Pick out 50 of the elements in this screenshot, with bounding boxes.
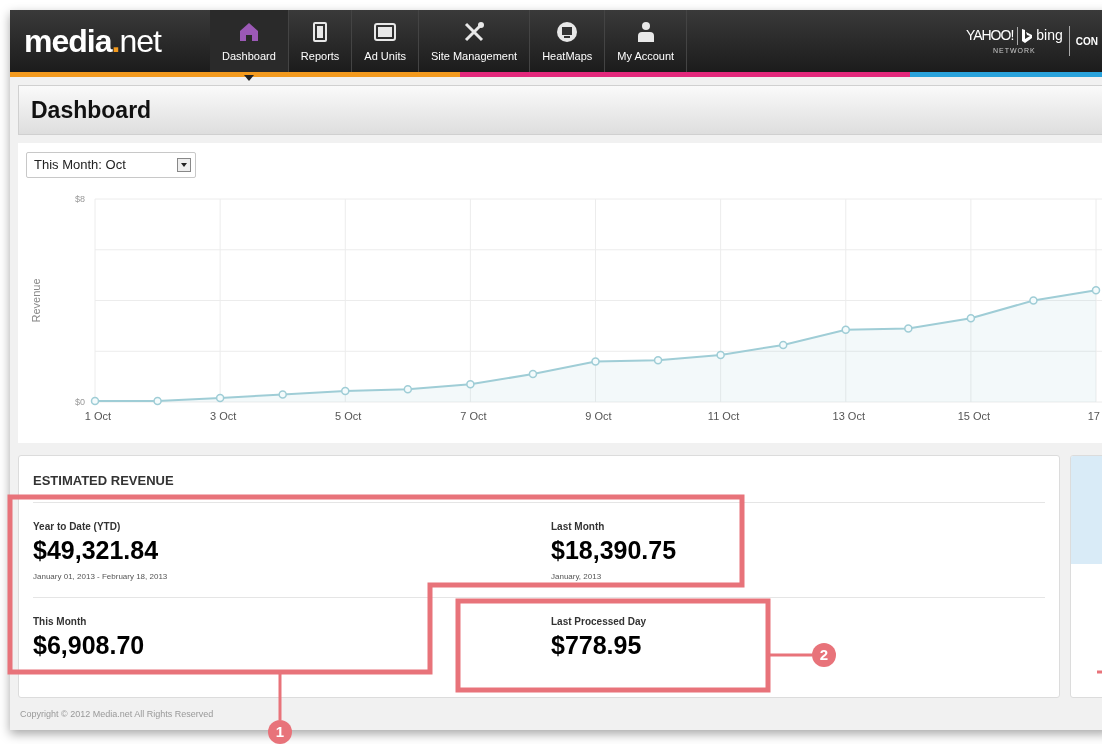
stat-value: $6,908.70 (33, 630, 145, 661)
data-point (841, 325, 850, 334)
data-point (466, 380, 475, 389)
data-point (653, 355, 663, 365)
partner-name: YAHOO! (965, 26, 1014, 46)
axis-label: 11 Oct (707, 410, 740, 422)
axis-label: 1 Oct (84, 410, 112, 422)
axis-label: $8 (75, 194, 85, 204)
bing-icon (1022, 28, 1033, 43)
data-point (528, 369, 538, 379)
stat-label: This Month (33, 615, 87, 629)
data-point (278, 390, 287, 399)
data-point (403, 385, 413, 394)
data-point (1029, 296, 1038, 305)
data-point (591, 357, 600, 366)
axis-label: 13 Oct (832, 410, 865, 422)
axis-label: 17 (1087, 410, 1100, 422)
section-title: ESTIMATED REVENUE (33, 472, 174, 490)
axis-label: 9 Oct (585, 410, 612, 422)
stat-value: $18,390.75 (551, 535, 677, 566)
copyright-text: Copyright © 2012 Media.net All Rights Reserved (20, 708, 214, 721)
data-point (778, 340, 788, 350)
stat-note: January, 2013 (551, 571, 602, 583)
tools-icon (462, 19, 487, 44)
logo: media.net (24, 25, 161, 57)
callout-number: 1 (268, 720, 292, 744)
data-point (716, 350, 725, 360)
data-point (341, 386, 350, 396)
period-dropdown[interactable]: This Month: Oct (26, 152, 196, 178)
axis-label: $0 (75, 397, 85, 407)
stat-label: Last Month (551, 520, 605, 534)
axis-title: Revenue (30, 278, 42, 323)
stat-label: Year to Date (YTD) (33, 520, 121, 534)
leader-line (278, 672, 282, 720)
leader-line (768, 653, 812, 657)
axis-label: 7 Oct (460, 410, 487, 422)
axis-label: 5 Oct (335, 410, 362, 422)
partner-name: CON (1075, 34, 1098, 49)
stat-value: $49,321.84 (33, 535, 159, 566)
stat-label: Last Processed Day (551, 615, 647, 629)
stat-note: January 01, 2013 - February 18, 2013 (33, 571, 168, 583)
monitor-icon (555, 19, 580, 44)
leader-line (1097, 670, 1102, 674)
data-point (966, 314, 976, 323)
data-point (904, 324, 913, 333)
axis-label: 3 Oct (210, 410, 237, 422)
stat-value: $778.95 (551, 630, 642, 661)
page-title: Dashboard (31, 95, 152, 125)
axis-label: 15 Oct (957, 410, 991, 422)
partner-name: bing (1036, 26, 1063, 46)
